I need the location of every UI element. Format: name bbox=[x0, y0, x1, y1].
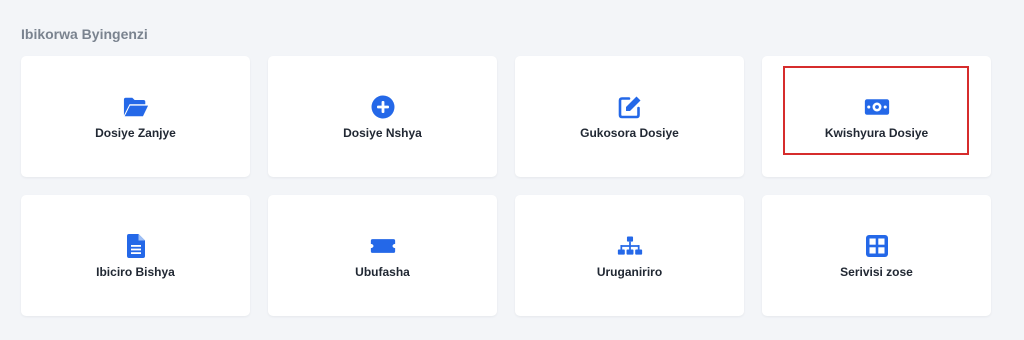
card-ibiciro-bishya[interactable]: Ibiciro Bishya bbox=[21, 195, 250, 316]
card-label: Uruganiriro bbox=[596, 264, 663, 279]
grid-icon bbox=[864, 233, 890, 259]
card-dosiye-zanjye[interactable]: Dosiye Zanjye bbox=[21, 56, 250, 177]
sitemap-icon bbox=[617, 233, 643, 259]
card-dosiye-nshya[interactable]: Dosiye Nshya bbox=[268, 56, 497, 177]
card-label: Dosiye Zanjye bbox=[95, 125, 176, 140]
folder-open-icon bbox=[123, 94, 149, 120]
edit-icon bbox=[617, 94, 643, 120]
card-label: Dosiye Nshya bbox=[343, 125, 422, 140]
card-serivisi-zose[interactable]: Serivisi zose bbox=[762, 195, 991, 316]
ticket-icon bbox=[370, 233, 396, 259]
document-icon bbox=[123, 233, 149, 259]
card-label: Gukosora Dosiye bbox=[580, 125, 679, 140]
card-gukosora-dosiye[interactable]: Gukosora Dosiye bbox=[515, 56, 744, 177]
plus-circle-icon bbox=[370, 94, 396, 120]
card-label: Ubufasha bbox=[355, 264, 410, 279]
card-label: Serivisi zose bbox=[840, 264, 913, 279]
services-grid: Dosiye Zanjye Dosiye Nshya Gukosora Dosi… bbox=[21, 56, 991, 316]
card-label: Ibiciro Bishya bbox=[96, 264, 175, 279]
card-kwishyura-dosiye[interactable]: Kwishyura Dosiye bbox=[762, 56, 991, 177]
card-uruganiriro[interactable]: Uruganiriro bbox=[515, 195, 744, 316]
card-ubufasha[interactable]: Ubufasha bbox=[268, 195, 497, 316]
card-label: Kwishyura Dosiye bbox=[824, 125, 929, 140]
money-bill-icon bbox=[864, 94, 890, 120]
section-title: Ibikorwa Byingenzi bbox=[21, 26, 148, 42]
